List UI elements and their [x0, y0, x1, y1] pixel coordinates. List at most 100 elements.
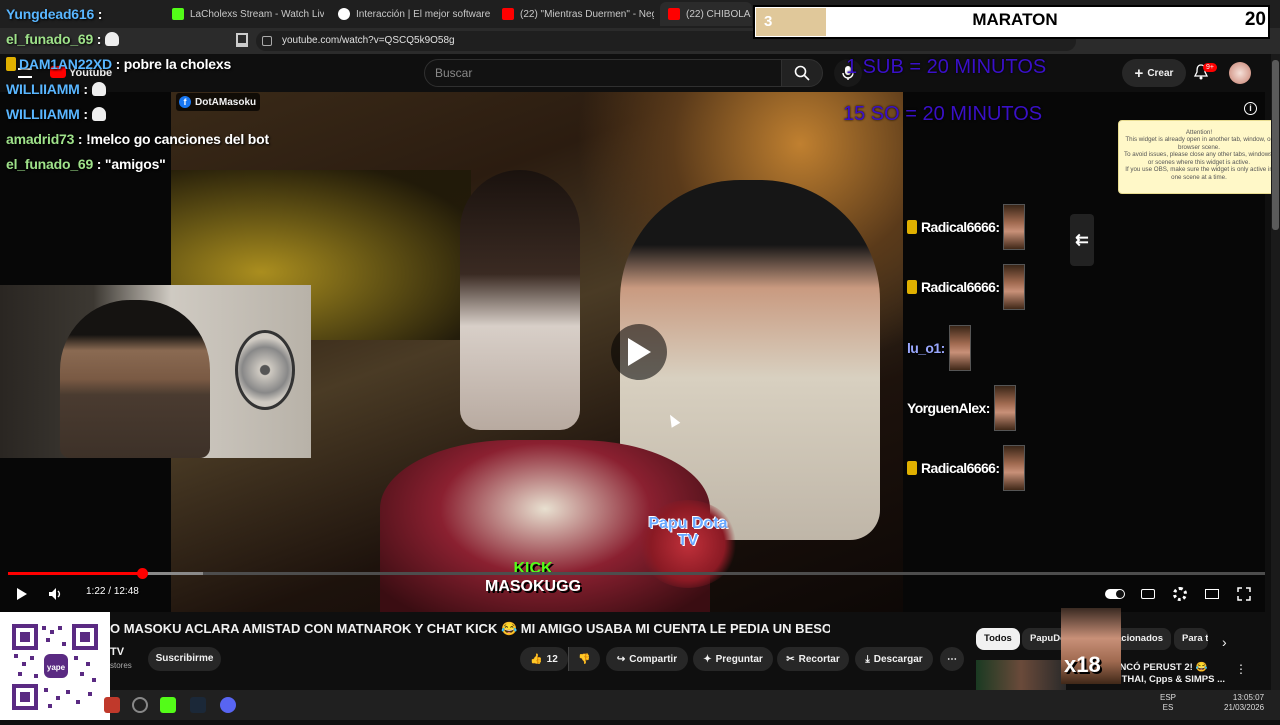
- dislike-button[interactable]: 👎: [568, 647, 600, 671]
- tab-lacholexs[interactable]: LaCholexs Stream - Watch Live on Ki: [164, 2, 324, 26]
- tab-mientras-duermen[interactable]: (22) "Mientras Duermen" - Negro Go: [494, 2, 654, 26]
- download-button[interactable]: ⤓ Descargar: [855, 647, 933, 671]
- crown-badge-icon: [6, 57, 16, 71]
- tab-label: (22) "Mientras Duermen" - Negro Go: [520, 8, 654, 20]
- fullscreen-icon: [1237, 587, 1251, 601]
- ghost-emote-icon: [105, 32, 120, 46]
- progress-played: [8, 572, 142, 575]
- youtube-icon: [668, 8, 680, 20]
- share-button[interactable]: ↪ Compartir: [606, 647, 688, 671]
- discord-icon[interactable]: [220, 697, 236, 713]
- maraton-title: MARATON: [972, 10, 1058, 29]
- facebook-source-tag: f DotAMasoku: [176, 93, 260, 111]
- more-actions-button[interactable]: ⋯: [940, 647, 964, 671]
- tab-chibola[interactable]: (22) CHIBOLA: [660, 2, 752, 26]
- emote-chat-line: Radical6666:: [907, 445, 1026, 491]
- theater-mode-button[interactable]: [1202, 584, 1222, 604]
- chat-line: el_funado_69 : "amigos": [6, 156, 166, 172]
- recommended-more-icon[interactable]: ⋮: [1235, 662, 1247, 676]
- ghost-emote-icon: [91, 107, 106, 121]
- thumbs-down-icon: 👎: [578, 653, 591, 665]
- steam-icon[interactable]: [190, 697, 206, 713]
- tab-label: Interacción | El mejor software para p: [356, 8, 490, 20]
- info-icon[interactable]: i: [1244, 102, 1257, 115]
- maraton-count: 3: [756, 8, 826, 36]
- side-panel-toggle[interactable]: ⇇: [1070, 214, 1094, 266]
- crown-badge-icon: [907, 220, 917, 234]
- emote-face-icon: [1003, 204, 1026, 250]
- tab-label: LaCholexs Stream - Watch Live on Ki: [190, 8, 324, 20]
- subscribe-button[interactable]: Suscribirme: [148, 647, 221, 671]
- more-icon: ⋯: [947, 653, 957, 665]
- video-person-woman: [460, 170, 580, 430]
- emote-face-icon: [948, 325, 971, 371]
- search-input[interactable]: Buscar: [424, 59, 782, 87]
- create-button[interactable]: + Crear: [1122, 59, 1186, 87]
- ask-button[interactable]: ✦ Preguntar: [693, 647, 773, 671]
- captions-icon: [1141, 589, 1155, 599]
- search-button[interactable]: [781, 59, 823, 87]
- clip-button[interactable]: ✂ Recortar: [777, 647, 849, 671]
- tab-label: (22) CHIBOLA: [686, 8, 751, 20]
- emote-face-icon: [1003, 264, 1026, 310]
- chip-todos[interactable]: Todos: [976, 628, 1020, 650]
- notification-badge: 9+: [1203, 63, 1217, 72]
- scrollbar-thumb[interactable]: [1272, 60, 1279, 230]
- chat-line: Yungdead616 :: [6, 6, 103, 22]
- sparkle-icon: ✦: [703, 653, 712, 665]
- sub-goal-text: 1 SUB = 20 MINUTOS: [846, 56, 1047, 78]
- ghost-emote-icon: [91, 82, 106, 96]
- qr-code-icon: yape: [12, 624, 98, 710]
- maraton-value: 20: [1244, 9, 1266, 30]
- app-icon[interactable]: [104, 697, 120, 713]
- chip-para-ti[interactable]: Para t: [1174, 628, 1208, 650]
- attention-widget: Attention! This widget is already open i…: [1118, 120, 1280, 194]
- settings-button[interactable]: [1170, 584, 1190, 604]
- play-button[interactable]: [12, 584, 32, 604]
- crown-badge-icon: [907, 461, 917, 475]
- toggle-icon: [1105, 589, 1125, 599]
- share-label: Compartir: [629, 653, 678, 665]
- system-clock[interactable]: 13:05:07 21/03/2026: [1224, 693, 1264, 714]
- chevron-right-icon[interactable]: ›: [1222, 634, 1227, 650]
- download-icon: ⤓: [865, 653, 870, 665]
- chat-line: el_funado_69 :: [6, 31, 120, 47]
- interaccion-icon: [338, 8, 350, 20]
- site-info-icon[interactable]: [262, 36, 272, 46]
- tab-interaccion[interactable]: Interacción | El mejor software para p: [330, 2, 490, 26]
- volume-icon: [49, 588, 61, 600]
- gear-icon: [1173, 587, 1187, 601]
- facebook-icon: f: [179, 96, 191, 108]
- thumbs-up-icon: 👍: [530, 653, 543, 665]
- share-icon: ↪: [616, 653, 626, 665]
- bookmark-icon[interactable]: [236, 33, 248, 47]
- like-button[interactable]: 👍 12: [520, 647, 568, 671]
- chat-line: DAM1AN22XD : pobre la cholexs: [6, 56, 231, 72]
- source-tag-label: DotAMasoku: [195, 96, 257, 108]
- kick-masokugg-logo: KICK MASOKUGG: [476, 560, 590, 612]
- volume-button[interactable]: [46, 584, 66, 604]
- chat-line: WILLIIAMM :: [6, 106, 106, 122]
- progress-scrubber[interactable]: [137, 568, 148, 579]
- kick-app-icon[interactable]: [160, 697, 176, 713]
- sub-goal-text: 15 SO = 20 MINUTOS: [843, 103, 1043, 125]
- emote-face-icon: [993, 385, 1016, 431]
- scissors-icon: ✂: [786, 653, 795, 665]
- obs-icon[interactable]: [132, 697, 148, 713]
- language-indicator[interactable]: ESP ES: [1160, 693, 1176, 714]
- emote-face-icon: [1003, 445, 1026, 491]
- avatar[interactable]: [1229, 62, 1251, 84]
- channel-name[interactable]: TV: [110, 646, 124, 658]
- search-icon: [794, 65, 810, 81]
- play-icon: [17, 588, 27, 600]
- like-count: 12: [546, 653, 558, 665]
- panel-arrow-icon: ⇇: [1075, 232, 1089, 249]
- play-overlay-button[interactable]: [611, 324, 667, 380]
- yape-qr-code: yape: [0, 612, 110, 720]
- ask-label: Preguntar: [715, 653, 763, 665]
- autoplay-toggle[interactable]: [1104, 584, 1126, 604]
- recommended-thumbnail[interactable]: [976, 660, 1066, 690]
- time-display: 1:22 / 12:48: [86, 586, 139, 597]
- subtitles-button[interactable]: [1138, 584, 1158, 604]
- fullscreen-button[interactable]: [1234, 584, 1254, 604]
